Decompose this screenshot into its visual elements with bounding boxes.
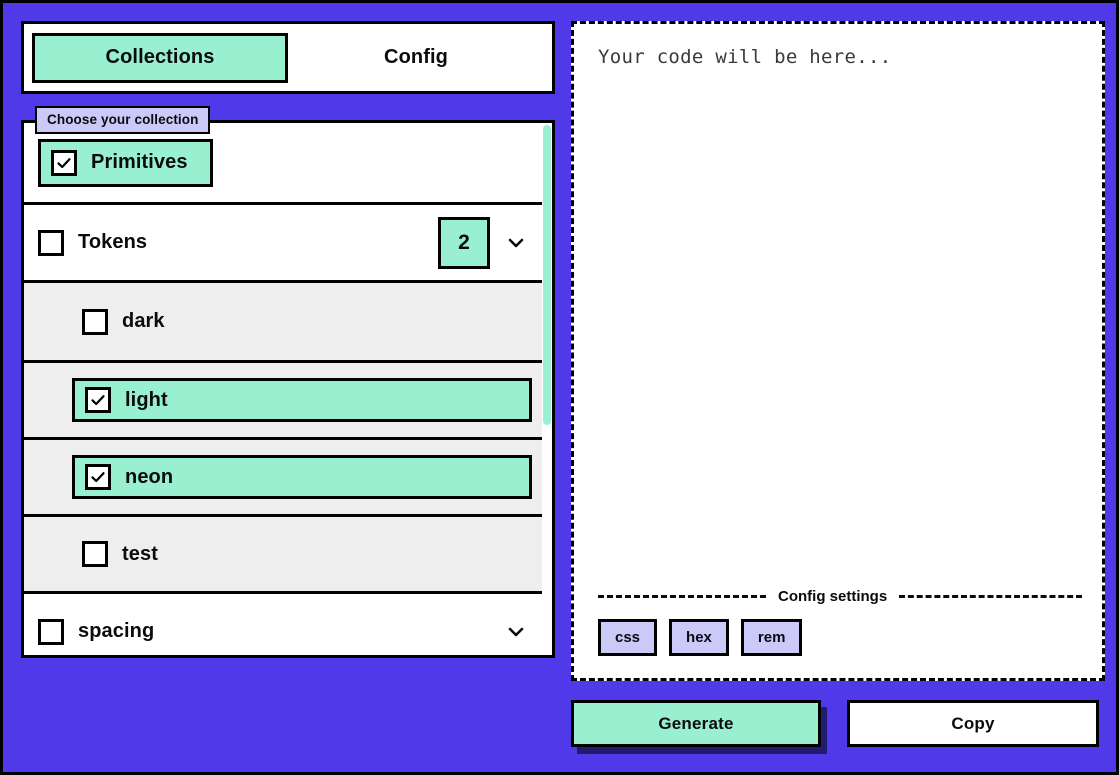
tab-config-label: Config <box>384 46 448 68</box>
checkbox-primitives[interactable] <box>51 149 77 176</box>
checkbox-light[interactable] <box>85 387 111 413</box>
collection-item-primitives-label: Primitives <box>91 151 188 173</box>
code-placeholder-text: Your code will be here... <box>598 46 892 68</box>
list-item[interactable]: test <box>24 514 552 591</box>
collection-item-spacing[interactable]: spacing <box>38 618 155 645</box>
tab-collections-label: Collections <box>105 46 215 68</box>
tokens-count-badge: 2 <box>438 216 490 269</box>
config-chip-hex[interactable]: hex <box>669 619 729 656</box>
copy-button[interactable]: Copy <box>847 700 1099 747</box>
tab-collections[interactable]: Collections <box>32 32 288 83</box>
checkbox-spacing[interactable] <box>38 618 64 645</box>
token-item-dark[interactable]: dark <box>72 300 540 344</box>
token-item-neon-label: neon <box>125 465 174 488</box>
collection-item-tokens[interactable]: Tokens <box>38 229 148 256</box>
config-chip-rem[interactable]: rem <box>740 619 803 656</box>
divider-line-left <box>598 595 766 598</box>
token-item-light-label: light <box>125 388 168 411</box>
list-item[interactable]: Primitives <box>24 123 552 205</box>
collection-field: Choose your collection Primitives Tokens… <box>21 106 555 658</box>
tokens-row-controls: 2 <box>438 216 538 269</box>
collection-list-scrollbar[interactable] <box>542 123 552 655</box>
list-item[interactable]: dark <box>24 283 552 360</box>
code-pane: Your code will be here... Config setting… <box>571 21 1105 761</box>
token-item-test[interactable]: test <box>72 532 540 576</box>
divider-line-right <box>899 595 1082 598</box>
collection-item-tokens-label: Tokens <box>78 231 148 253</box>
collection-list-panel: Primitives Tokens 2 dark light neon test… <box>21 120 555 658</box>
generate-button[interactable]: Generate <box>571 700 821 747</box>
spacing-row-controls <box>506 622 538 642</box>
list-item[interactable]: Tokens 2 <box>24 205 552 283</box>
collection-list: Primitives Tokens 2 dark light neon test… <box>24 123 552 655</box>
token-item-neon[interactable]: neon <box>72 455 532 499</box>
checkbox-test[interactable] <box>82 541 108 567</box>
tokens-sublist: dark light neon test <box>24 283 552 594</box>
config-settings-label: Config settings <box>778 588 888 605</box>
config-settings-divider: Config settings <box>598 588 1082 605</box>
tab-config[interactable]: Config <box>288 33 544 83</box>
copy-button-label: Copy <box>951 713 995 733</box>
token-item-dark-label: dark <box>122 310 165 332</box>
checkbox-tokens[interactable] <box>38 229 64 256</box>
list-item[interactable]: light <box>24 360 552 437</box>
app-root: Collections Config Choose your collectio… <box>3 3 1116 772</box>
collections-pane: Collections Config Choose your collectio… <box>21 21 555 686</box>
checkbox-dark[interactable] <box>82 308 108 335</box>
chevron-down-icon[interactable] <box>506 622 526 642</box>
action-bar: Generate Copy <box>571 700 1105 754</box>
list-item[interactable]: neon <box>24 437 552 514</box>
list-item[interactable]: spacing <box>24 594 552 655</box>
scrollbar-thumb[interactable] <box>543 125 551 425</box>
collection-item-primitives[interactable]: Primitives <box>38 138 213 187</box>
chevron-down-icon[interactable] <box>506 233 526 253</box>
config-chip-group: css hex rem <box>598 619 1082 678</box>
code-spacer <box>598 68 1082 588</box>
collection-field-legend: Choose your collection <box>35 106 211 134</box>
token-item-test-label: test <box>122 542 158 565</box>
generate-button-label: Generate <box>658 713 734 733</box>
checkbox-neon[interactable] <box>85 464 111 490</box>
token-item-light[interactable]: light <box>72 378 532 422</box>
tabbar: Collections Config <box>21 21 555 94</box>
config-chip-css[interactable]: css <box>598 619 658 656</box>
collection-item-spacing-label: spacing <box>78 620 155 642</box>
code-output-panel[interactable]: Your code will be here... Config setting… <box>571 21 1105 681</box>
